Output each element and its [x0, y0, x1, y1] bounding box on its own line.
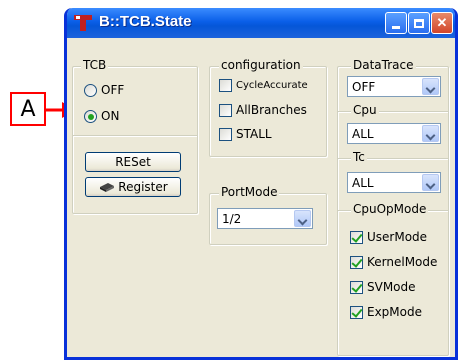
minimize-button[interactable] [385, 12, 407, 34]
svmode-label: SVMode [367, 280, 416, 294]
maximize-icon [414, 18, 424, 28]
cycleaccurate-checkbox[interactable] [219, 79, 232, 92]
stall-checkbox[interactable] [219, 128, 232, 141]
configuration-group-label: configuration [219, 58, 303, 72]
allbranches-label: AllBranches [236, 103, 307, 117]
reset-button[interactable]: RESet [85, 152, 181, 172]
tc-value: ALL [352, 176, 374, 190]
chevron-down-icon[interactable] [422, 174, 439, 191]
portmode-group-label: PortMode [219, 185, 280, 199]
close-icon: ✕ [436, 15, 448, 30]
register-button-label: Register [118, 180, 168, 194]
tcb-off-label: OFF [101, 83, 125, 97]
maximize-button[interactable] [408, 12, 430, 34]
radio-selected-dot [88, 114, 94, 120]
chevron-down-icon[interactable] [422, 78, 439, 95]
svmode-checkbox[interactable] [350, 281, 363, 294]
tc-label: Tc [351, 150, 367, 164]
tcb-off-radio[interactable] [84, 84, 97, 97]
close-button[interactable]: ✕ [431, 12, 453, 34]
tcb-group-label: TCB [81, 58, 109, 72]
kernelmode-label: KernelMode [367, 255, 438, 269]
expmode-checkbox[interactable] [350, 306, 363, 319]
cpu-value: ALL [352, 127, 374, 141]
cpuopmode-label: CpuOpMode [351, 202, 429, 216]
datatrace-label: DataTrace [351, 58, 416, 72]
stall-label: STALL [236, 127, 272, 141]
tcb-state-window: B::TCB.State ✕ TCB OFF ON RESet Register… [64, 8, 458, 360]
portmode-select[interactable]: 1/2 [217, 208, 313, 229]
usermode-label: UserMode [367, 230, 428, 244]
tc-select[interactable]: ALL [347, 172, 441, 193]
kernelmode-checkbox[interactable] [350, 256, 363, 269]
allbranches-checkbox[interactable] [219, 104, 232, 117]
minimize-icon [392, 25, 400, 29]
tcb-on-radio[interactable] [84, 110, 97, 123]
register-button[interactable]: Register [85, 177, 181, 197]
chevron-down-icon[interactable] [294, 210, 311, 227]
tcb-divider [73, 135, 197, 137]
window-title: B::TCB.State [99, 13, 192, 30]
usermode-checkbox[interactable] [350, 231, 363, 244]
datatrace-select[interactable]: OFF [347, 76, 441, 97]
cpu-label: Cpu [351, 103, 379, 117]
title-bar[interactable]: B::TCB.State ✕ [67, 8, 455, 38]
callout-label: A [10, 92, 46, 126]
register-chip-icon [100, 183, 115, 192]
chevron-down-icon[interactable] [422, 125, 439, 142]
trace32-app-icon [74, 15, 92, 31]
cpu-select[interactable]: ALL [347, 123, 441, 144]
reset-button-label: RESet [115, 155, 151, 169]
callout-text: A [20, 96, 36, 122]
portmode-value: 1/2 [222, 212, 242, 226]
dialog-content: TCB OFF ON RESet Register configuration … [67, 38, 455, 357]
datatrace-value: OFF [352, 80, 376, 94]
cycleaccurate-label: CycleAccurate [236, 80, 308, 91]
tcb-on-label: ON [101, 109, 120, 123]
expmode-label: ExpMode [367, 305, 422, 319]
